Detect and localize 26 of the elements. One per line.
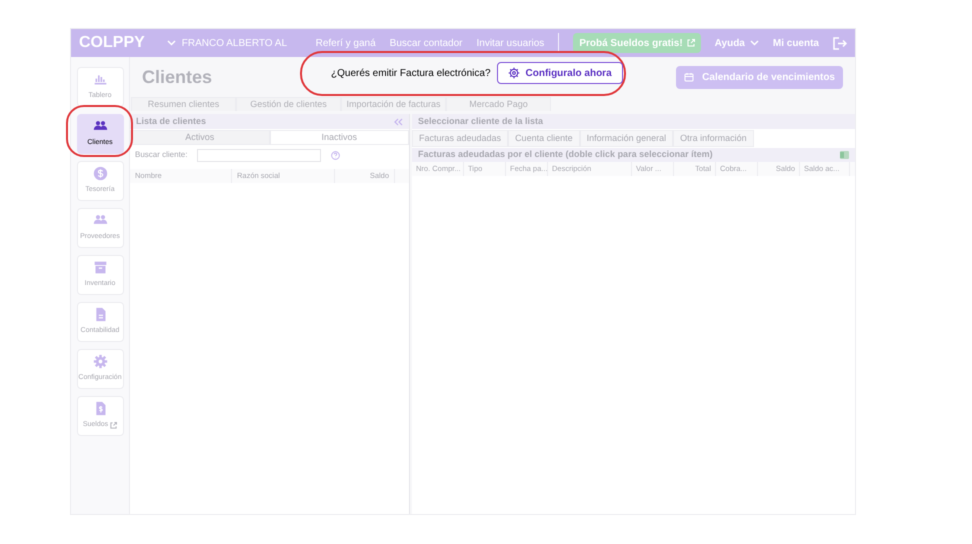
nav-link[interactable]: Buscar contador (390, 36, 462, 50)
company-selector[interactable]: FRANCO ALBERTO AL (166, 36, 288, 50)
tab[interactable]: Activos (130, 130, 270, 145)
account-link[interactable]: Mi cuenta (772, 36, 819, 50)
tab[interactable]: Información general (580, 130, 674, 147)
tab[interactable]: Cuenta cliente (508, 130, 580, 147)
help-menu[interactable]: Ayuda (714, 36, 759, 50)
banner-text: ¿Querés emitir Factura electrónica? (331, 66, 491, 80)
field-label: Buscar cliente: (135, 149, 188, 161)
tab[interactable]: Facturas adeudadas (412, 130, 508, 147)
page-title: Clientes (142, 66, 212, 88)
tab[interactable]: Gestión de clientes (236, 97, 341, 111)
nav-link[interactable]: Invitar usuarios (476, 36, 544, 50)
configure-button[interactable]: Configuralo ahora (496, 62, 623, 84)
panel-title: Seleccionar cliente de la lista (418, 114, 544, 128)
promo-button[interactable]: Probá Sueldos gratis! (573, 33, 701, 53)
tab[interactable]: Importación de facturas (341, 97, 446, 111)
tab[interactable]: Resumen clientes (131, 97, 236, 111)
tab[interactable]: Inactivos (270, 130, 409, 145)
panel-title: Lista de clientes (136, 114, 206, 128)
logo[interactable]: COLPPY (79, 35, 145, 51)
nav-link[interactable]: Referí y ganá (316, 36, 376, 50)
tab[interactable]: Mercado Pago (446, 97, 551, 111)
calendar-button[interactable]: Calendario de vencimientos (676, 66, 843, 88)
tab[interactable]: Otra información (673, 130, 754, 147)
panel-subtitle: Facturas adeudadas por el cliente (doble click para seleccionar ítem) (418, 148, 713, 162)
